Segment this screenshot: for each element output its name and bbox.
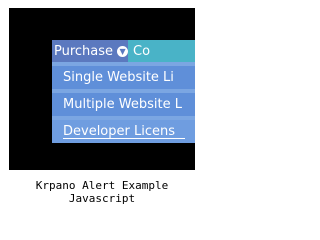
dropdown-item-multiple-website[interactable]: Multiple Website L: [52, 93, 195, 116]
menu-item-contact-label: Co: [133, 43, 151, 59]
dropdown-item-label: Developer Licens: [63, 124, 176, 139]
purchase-dropdown: Single Website Li Multiple Website L Dev…: [52, 62, 195, 143]
chevron-down-icon: ▼: [117, 45, 128, 57]
dropdown-divider: [63, 138, 185, 139]
dropdown-item-single-website[interactable]: Single Website Li: [52, 66, 195, 89]
dropdown-item-label: Multiple Website L: [63, 97, 182, 112]
menu-item-purchase[interactable]: Purchase ▼: [52, 40, 128, 62]
dropdown-item-label: Single Website Li: [63, 70, 174, 85]
caption-text: Krpano Alert Example Javascript: [35, 179, 169, 205]
dropdown-item-developer-license[interactable]: Developer Licens: [52, 120, 195, 143]
menu-item-purchase-label: Purchase: [54, 43, 114, 59]
menu-item-contact[interactable]: Co: [128, 40, 195, 62]
menu-bar: Purchase ▼ Co: [52, 40, 195, 62]
demo-stage: Purchase ▼ Co Single Website Li Multiple…: [9, 8, 195, 170]
